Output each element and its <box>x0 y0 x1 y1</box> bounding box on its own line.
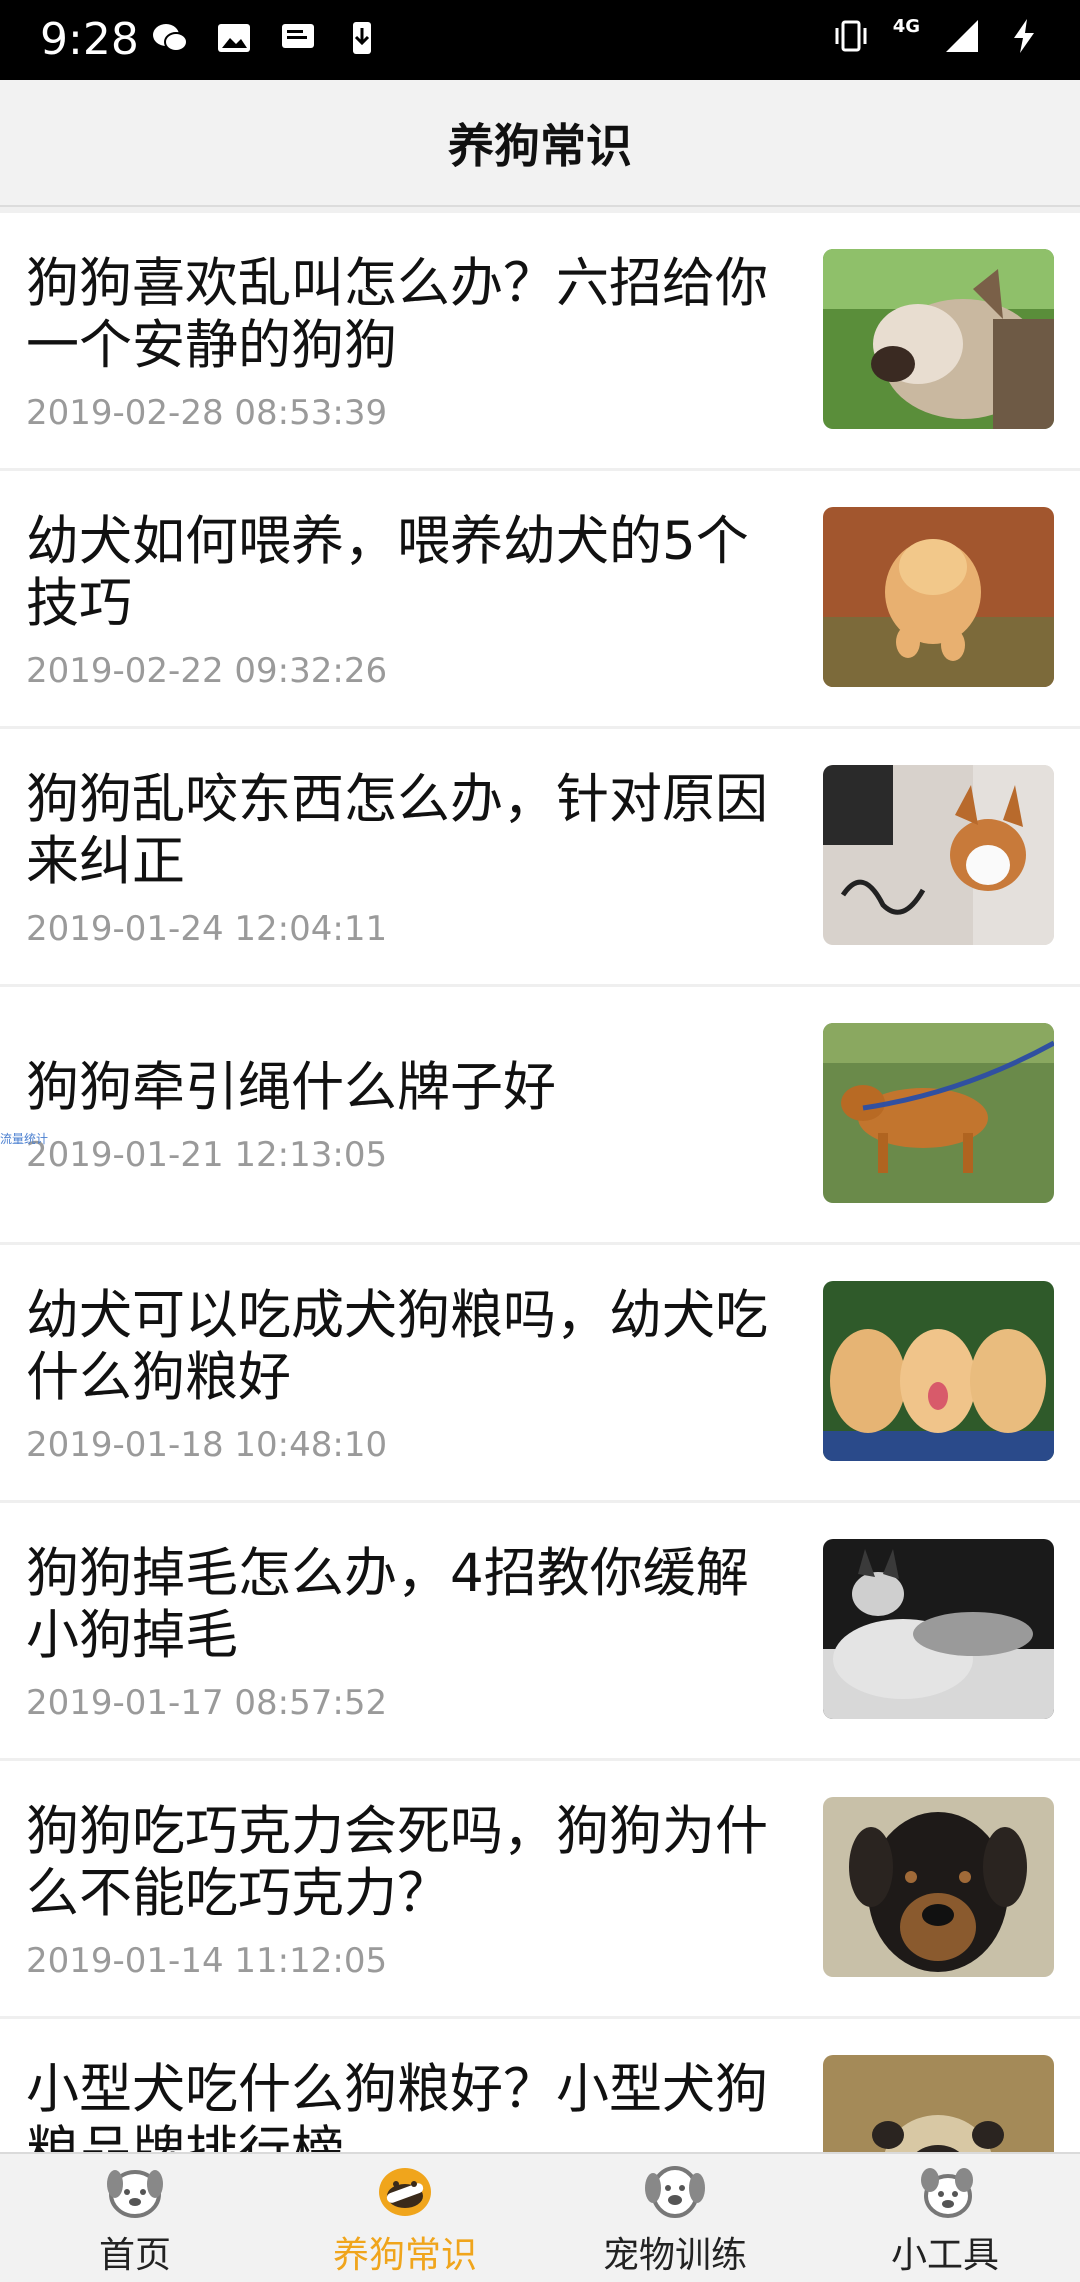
article-title: 幼犬可以吃成犬狗粮吗，幼犬吃什么狗粮好 <box>26 1285 768 1408</box>
charging-icon <box>1014 19 1034 53</box>
article-item[interactable]: 幼犬可以吃成犬狗粮吗，幼犬吃什么狗粮好 2019-01-18 10:48:10 <box>0 1245 1080 1503</box>
article-date: 2019-01-17 08:57:52 <box>26 1683 388 1715</box>
status-notification-icons <box>150 18 382 58</box>
article-item[interactable]: 狗狗掉毛怎么办，4招教你缓解小狗掉毛 2019-01-17 08:57:52 <box>0 1503 1080 1761</box>
article-thumbnail <box>823 2055 1054 2158</box>
status-bar: 9:28 4G <box>0 0 1080 80</box>
article-date: 2019-01-24 12:04:11 <box>26 909 388 941</box>
article-date: 2019-02-22 09:32:26 <box>26 651 388 683</box>
article-item[interactable]: 小型犬吃什么狗粮好？小型犬狗粮品牌排行榜 <box>0 2019 1080 2158</box>
bottom-nav: 首页 养狗常识 宠物训练 小工具 <box>0 2152 1080 2282</box>
status-system-icons: 4G <box>831 16 1044 56</box>
network-type: 4G <box>892 15 920 37</box>
article-thumbnail <box>823 1281 1054 1461</box>
article-title: 幼犬如何喂养，喂养幼犬的5个技巧 <box>26 511 749 634</box>
article-thumbnail <box>823 1797 1054 1977</box>
app-header: 养狗常识 <box>0 80 1080 207</box>
article-date: 2019-01-18 10:48:10 <box>26 1425 388 1457</box>
article-date: 2019-01-21 12:13:05 <box>26 1135 388 1167</box>
dog-training-icon <box>645 2166 705 2218</box>
article-thumbnail <box>823 1539 1054 1719</box>
tab-dog-knowledge[interactable]: 养狗常识 <box>270 2154 540 2282</box>
article-date: 2019-02-28 08:53:39 <box>26 393 388 425</box>
article-thumbnail <box>823 1023 1054 1203</box>
article-thumbnail <box>823 249 1054 429</box>
download-icon <box>353 22 371 54</box>
dog-home-icon <box>107 2170 163 2218</box>
article-title: 狗狗掉毛怎么办，4招教你缓解小狗掉毛 <box>26 1543 749 1666</box>
article-item[interactable]: 狗狗乱咬东西怎么办，针对原因来纠正 2019-01-24 12:04:11 <box>0 729 1080 987</box>
tab-label: 养狗常识 <box>332 2235 477 2276</box>
tab-label: 宠物训练 <box>602 2235 747 2276</box>
dog-tools-icon <box>921 2168 973 2218</box>
article-title: 小型犬吃什么狗粮好？小型犬狗粮品牌排行榜 <box>26 2059 768 2158</box>
tab-label: 小工具 <box>890 2235 999 2276</box>
article-item[interactable]: 狗狗喜欢乱叫怎么办？六招给你一个安静的狗狗 2019-02-28 08:53:3… <box>0 213 1080 471</box>
article-thumbnail <box>823 507 1054 687</box>
wechat-icon <box>153 24 188 52</box>
side-watermark: 流量统计 <box>0 1132 49 1146</box>
status-time: 9:28 <box>40 14 139 65</box>
article-item[interactable]: 狗狗吃巧克力会死吗，狗狗为什么不能吃巧克力？ 2019-01-14 11:12:… <box>0 1761 1080 2019</box>
image-icon <box>218 24 250 52</box>
article-thumbnail <box>823 765 1054 945</box>
tab-home[interactable]: 首页 <box>0 2154 270 2282</box>
signal-icon <box>946 20 978 52</box>
article-title: 狗狗吃巧克力会死吗，狗狗为什么不能吃巧克力？ <box>26 1801 768 1924</box>
article-date: 2019-01-14 11:12:05 <box>26 1941 388 1973</box>
page-title: 养狗常识 <box>448 118 632 173</box>
tab-label: 首页 <box>98 2235 171 2276</box>
dog-bone-icon <box>379 2168 431 2216</box>
article-item[interactable]: 狗狗牵引绳什么牌子好 2019-01-21 12:13:05 <box>0 987 1080 1245</box>
article-title: 狗狗乱咬东西怎么办，针对原因来纠正 <box>26 769 768 892</box>
message-icon <box>282 24 314 48</box>
article-list[interactable]: 狗狗喜欢乱叫怎么办？六招给你一个安静的狗狗 2019-02-28 08:53:3… <box>0 207 1080 2158</box>
tab-tools[interactable]: 小工具 <box>810 2154 1080 2282</box>
tab-pet-training[interactable]: 宠物训练 <box>540 2154 810 2282</box>
article-title: 狗狗喜欢乱叫怎么办？六招给你一个安静的狗狗 <box>26 253 768 376</box>
vibrate-icon <box>835 20 867 52</box>
article-item[interactable]: 幼犬如何喂养，喂养幼犬的5个技巧 2019-02-22 09:32:26 <box>0 471 1080 729</box>
article-title: 狗狗牵引绳什么牌子好 <box>26 1057 556 1118</box>
